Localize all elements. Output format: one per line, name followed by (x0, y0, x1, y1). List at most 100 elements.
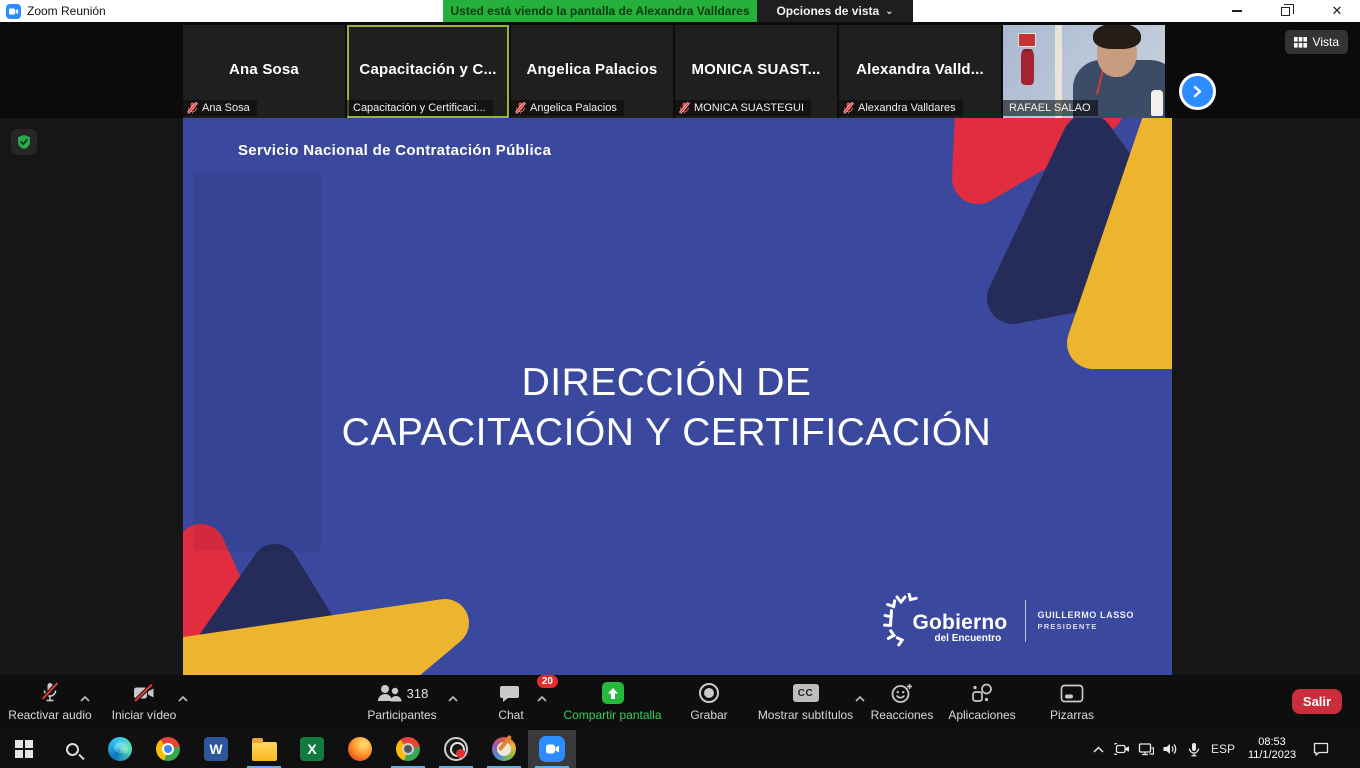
slide-title-line1: DIRECCIÓN DE (183, 358, 1150, 408)
logo-president-title: PRESIDENTE (1038, 621, 1135, 632)
whiteboard-icon (1060, 684, 1084, 703)
minimize-icon (1232, 10, 1242, 12)
closed-captions-icon: CC (793, 684, 819, 702)
chevron-right-icon (1191, 85, 1204, 98)
taskbar-chrome-profile-button[interactable] (394, 735, 422, 763)
logo-president-block: GUILLERMO LASSO PRESIDENTE (1038, 610, 1135, 632)
screen-share-banner: Usted está viendo la pantalla de Alexand… (443, 0, 757, 22)
chrome-alt-profile-icon (396, 737, 420, 761)
security-shield-icon (16, 134, 32, 150)
view-options-button[interactable]: Opciones de vista ⌄ (757, 0, 913, 22)
taskbar-obs-button[interactable] (442, 735, 470, 763)
excel-icon: X (300, 737, 324, 761)
logo-divider (1025, 600, 1026, 642)
action-center-button[interactable] (1304, 735, 1338, 763)
tray-clock[interactable]: 08:53 11/1/2023 (1240, 736, 1304, 762)
close-button[interactable]: ✕ (1320, 0, 1354, 22)
tray-volume-icon[interactable] (1158, 735, 1182, 763)
taskbar-chrome-button[interactable] (154, 735, 182, 763)
tray-network-icon[interactable] (1134, 735, 1158, 763)
whiteboards-button[interactable]: Pizarras (1028, 682, 1116, 722)
participant-tile[interactable]: MONICA SUAST... MONICA SUASTEGUI (675, 25, 837, 118)
tray-microphone-icon[interactable] (1182, 735, 1206, 763)
leave-meeting-button[interactable]: Salir (1292, 689, 1342, 714)
record-icon (699, 683, 719, 703)
start-button[interactable] (10, 735, 38, 763)
firefox-icon (348, 737, 372, 761)
taskbar-search-button[interactable] (58, 735, 86, 763)
close-icon: ✕ (1332, 3, 1343, 19)
minimize-button[interactable] (1220, 0, 1254, 22)
participant-label: MONICA SUASTEGUI (675, 100, 811, 116)
share-screen-icon (602, 682, 624, 704)
app-title-group: Zoom Reunión (0, 4, 106, 19)
chat-button[interactable]: 20 Chat (478, 682, 544, 722)
participants-options-chevron[interactable] (448, 689, 458, 707)
start-video-button[interactable]: Iniciar vídeo (98, 682, 190, 722)
taskbar-edge-button[interactable] (106, 735, 134, 763)
edge-browser-icon (108, 737, 132, 761)
participants-count: 318 (407, 686, 429, 701)
share-screen-button[interactable]: Compartir pantalla (550, 682, 675, 722)
tray-camera-in-use-icon[interactable] (1110, 735, 1134, 763)
file-explorer-icon (252, 742, 277, 761)
meeting-security-badge[interactable] (11, 129, 37, 155)
title-bar: Zoom Reunión Usted está viendo la pantal… (0, 0, 1360, 22)
video-fire-extinguisher (1021, 51, 1034, 85)
next-participants-button[interactable] (1179, 73, 1216, 110)
apps-button[interactable]: Aplicaciones (938, 682, 1026, 722)
chevron-down-icon: ⌄ (885, 6, 893, 17)
video-bottle (1151, 90, 1163, 116)
paint-palette-icon (492, 737, 516, 761)
view-layout-button[interactable]: Vista (1285, 30, 1348, 54)
shared-screen-stage: Servicio Nacional de Contratación Públic… (0, 118, 1360, 675)
tray-show-hidden-icons-chevron[interactable] (1086, 735, 1110, 763)
participant-label: Capacitación y Certificaci... (347, 100, 493, 116)
participants-button[interactable]: 318 Participantes (347, 682, 457, 722)
restore-button[interactable] (1268, 0, 1302, 22)
participant-label: Alexandra Valldares (839, 100, 963, 116)
window-title: Zoom Reunión (27, 4, 106, 18)
participant-tile-video[interactable]: RAFAEL SALAO (1003, 25, 1165, 118)
taskbar-word-button[interactable]: W (202, 735, 230, 763)
participant-tile-active-speaker[interactable]: Capacitación y C... Capacitación y Certi… (347, 25, 509, 118)
audio-options-chevron[interactable] (80, 689, 90, 707)
video-options-chevron[interactable] (178, 689, 188, 707)
windows-taskbar: W X (0, 730, 1360, 768)
participant-tile[interactable]: Angelica Palacios Angelica Palacios (511, 25, 673, 118)
apps-icon (971, 683, 993, 704)
tray-date: 11/1/2023 (1240, 749, 1304, 762)
zoom-taskbar-icon (539, 736, 565, 762)
obs-studio-icon (444, 737, 468, 761)
participant-tile[interactable]: Ana Sosa Ana Sosa (183, 25, 345, 118)
logo-brand-block: Gobierno del Encuentro (883, 593, 1013, 649)
mic-muted-icon (515, 102, 526, 114)
presentation-slide: Servicio Nacional de Contratación Públic… (183, 118, 1172, 675)
taskbar-firefox-button[interactable] (346, 735, 374, 763)
tray-time: 08:53 (1240, 736, 1304, 749)
taskbar-zoom-button[interactable] (538, 735, 566, 763)
taskbar-file-explorer-button[interactable] (250, 735, 278, 763)
mic-muted-icon (843, 102, 854, 114)
logo-president-name: GUILLERMO LASSO (1038, 610, 1135, 621)
participant-strip: Ana Sosa Ana Sosa Capacitación y C... Ca… (0, 22, 1360, 118)
taskbar-paint-button[interactable] (490, 735, 518, 763)
meeting-toolbar: Reactivar audio Iniciar vídeo (0, 675, 1360, 730)
tray-language-indicator[interactable]: ESP (1206, 742, 1240, 756)
search-icon (66, 743, 79, 756)
chat-options-chevron[interactable] (537, 689, 547, 707)
participant-label: Angelica Palacios (511, 100, 624, 116)
microphone-muted-icon (40, 682, 60, 704)
taskbar-excel-button[interactable]: X (298, 735, 326, 763)
record-button[interactable]: Grabar (672, 682, 746, 722)
chat-bubble-icon (500, 684, 522, 703)
participants-icon (376, 684, 402, 703)
chrome-browser-icon (156, 737, 180, 761)
captions-button[interactable]: CC Mostrar subtítulos (748, 682, 863, 722)
participant-tile[interactable]: Alexandra Valld... Alexandra Valldares (839, 25, 1001, 118)
system-tray: ESP 08:53 11/1/2023 (1086, 730, 1338, 768)
participant-label: Ana Sosa (183, 100, 257, 116)
action-center-icon (1313, 742, 1329, 756)
reactions-button[interactable]: Reacciones (860, 682, 944, 722)
mic-muted-icon (187, 102, 198, 114)
